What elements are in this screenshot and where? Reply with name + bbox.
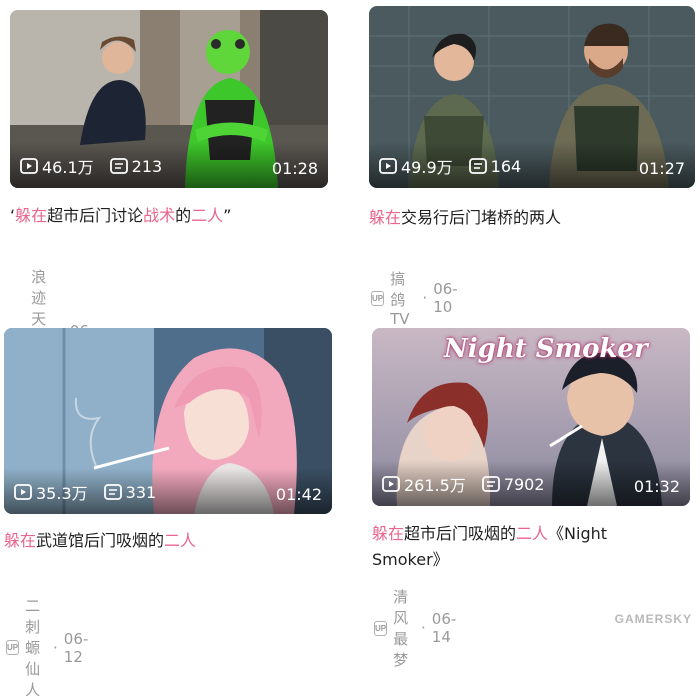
comment-count: 164 bbox=[468, 156, 522, 176]
comment-count: 7902 bbox=[481, 474, 545, 494]
video-title[interactable]: ‘躲在超市后门讨论战术的二人” bbox=[10, 203, 330, 229]
view-count-text: 35.3万 bbox=[36, 484, 88, 503]
video-thumbnail[interactable]: 35.3万 331 01:42 bbox=[4, 328, 332, 514]
title-segment: 超市后门讨论 bbox=[47, 206, 144, 225]
comment-count-text: 331 bbox=[125, 482, 157, 502]
thumbnail-stats: 261.5万 7902 bbox=[382, 472, 561, 496]
title-segment: 武道馆后门吸烟的 bbox=[36, 531, 165, 550]
title-segment: 交易行后门堵桥的两人 bbox=[401, 208, 562, 227]
comment-count-text: 164 bbox=[490, 156, 522, 176]
view-count: 261.5万 bbox=[382, 472, 466, 496]
title-highlight: 二人 bbox=[516, 524, 549, 543]
video-title[interactable]: 躲在超市后门吸烟的二人《Night Smoker》 bbox=[372, 521, 672, 573]
video-title[interactable]: 躲在武道馆后门吸烟的二人 bbox=[4, 528, 324, 554]
play-icon bbox=[14, 484, 32, 500]
view-count-text: 49.9万 bbox=[401, 158, 453, 177]
uploader-name[interactable]: 清风最梦 bbox=[393, 586, 415, 670]
meta-separator: · bbox=[421, 619, 426, 637]
comment-count: 213 bbox=[109, 156, 163, 176]
title-highlight: 二人 bbox=[191, 206, 224, 225]
title-segment: 的 bbox=[175, 206, 192, 225]
view-count-text: 46.1万 bbox=[42, 158, 94, 177]
comment-count-text: 213 bbox=[131, 156, 163, 176]
meta-separator: · bbox=[422, 289, 428, 307]
up-badge-icon: UP bbox=[371, 290, 385, 306]
play-icon bbox=[382, 476, 400, 492]
title-segment: 超市后门吸烟的 bbox=[404, 524, 517, 543]
title-highlight: 二人 bbox=[164, 531, 197, 550]
upload-date: 06-10 bbox=[433, 280, 458, 316]
thumbnail-title-text: Night Smoker bbox=[444, 334, 648, 364]
play-icon bbox=[379, 158, 397, 174]
thumbnail-stats: 46.1万 213 bbox=[20, 154, 178, 178]
danmaku-icon bbox=[109, 158, 128, 174]
view-count: 49.9万 bbox=[379, 154, 453, 178]
meta-separator: · bbox=[53, 638, 58, 657]
view-count: 35.3万 bbox=[14, 480, 88, 504]
play-icon bbox=[20, 158, 38, 174]
video-duration: 01:42 bbox=[275, 485, 322, 504]
thumbnail-stats: 49.9万 164 bbox=[379, 154, 537, 178]
title-highlight: 躲在 bbox=[15, 206, 48, 225]
upload-date: 06-14 bbox=[431, 610, 457, 646]
uploader-name[interactable]: 搞鸽TV bbox=[390, 268, 416, 328]
video-thumbnail[interactable]: 46.1万 213 01:28 bbox=[10, 10, 328, 188]
title-highlight: 躲在 bbox=[372, 524, 405, 543]
comment-count-text: 7902 bbox=[503, 474, 545, 494]
video-meta: UP 二刺螈仙人 · 06-12 bbox=[6, 595, 88, 700]
video-thumbnail[interactable]: 49.9万 164 01:27 bbox=[369, 6, 695, 188]
title-segment: ” bbox=[223, 206, 232, 225]
view-count: 46.1万 bbox=[20, 154, 94, 178]
title-highlight: 躲在 bbox=[4, 531, 37, 550]
view-count-text: 261.5万 bbox=[404, 476, 466, 495]
danmaku-icon bbox=[481, 476, 500, 492]
danmaku-icon bbox=[103, 484, 122, 500]
watermark-logo: GAMERSKY bbox=[614, 612, 692, 626]
uploader-name[interactable]: 二刺螈仙人 bbox=[25, 595, 47, 700]
comment-count: 331 bbox=[103, 482, 157, 502]
video-meta: UP 搞鸽TV · 06-10 bbox=[371, 268, 458, 328]
video-duration: 01:28 bbox=[271, 159, 318, 178]
video-duration: 01:27 bbox=[638, 159, 685, 178]
video-meta: UP 清风最梦 · 06-14 bbox=[374, 586, 456, 670]
video-thumbnail[interactable]: Night Smoker 261.5万 7902 01:32 bbox=[372, 328, 690, 506]
video-duration: 01:32 bbox=[633, 477, 680, 496]
up-badge-icon: UP bbox=[374, 620, 388, 636]
title-highlight: 躲在 bbox=[369, 208, 402, 227]
up-badge-icon: UP bbox=[6, 640, 20, 655]
title-highlight: 战术 bbox=[143, 206, 176, 225]
danmaku-icon bbox=[468, 158, 487, 174]
upload-date: 06-12 bbox=[63, 629, 89, 666]
thumbnail-stats: 35.3万 331 bbox=[14, 480, 172, 504]
video-title[interactable]: 躲在交易行后门堵桥的两人 bbox=[369, 205, 689, 231]
